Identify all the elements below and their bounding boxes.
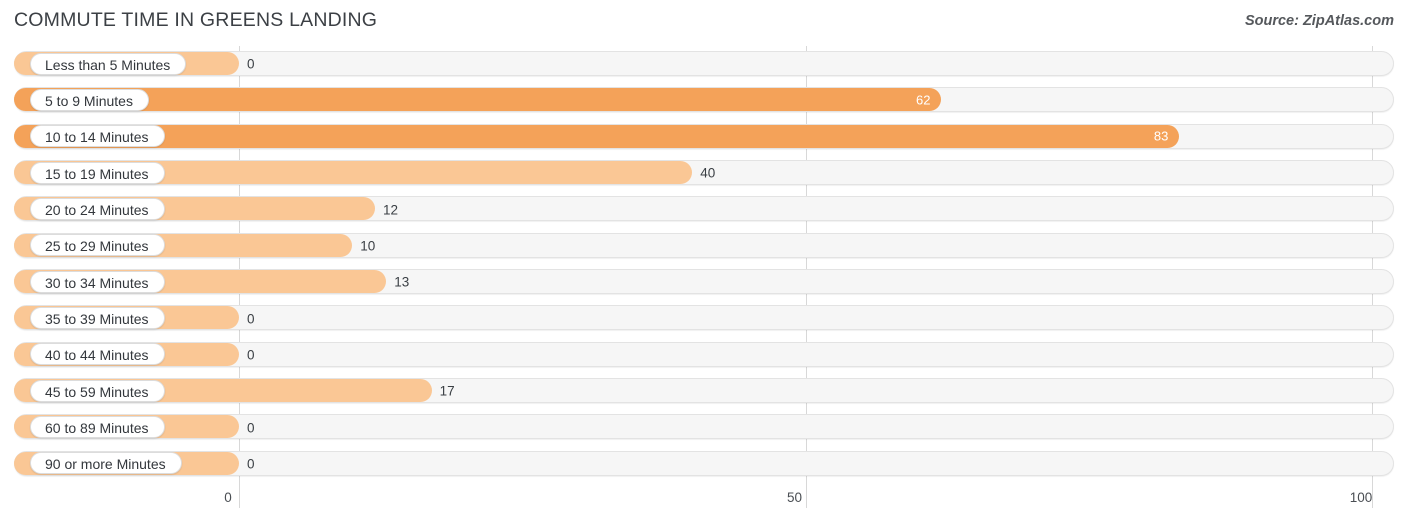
bar-row[interactable]: 10 25 to 29 Minutes	[0, 228, 1406, 264]
bar-row[interactable]: 0 Less than 5 Minutes	[0, 46, 1406, 82]
x-axis: 0 50 100	[0, 486, 1406, 523]
bar-value-label: 83	[1153, 128, 1169, 144]
bar-category-label[interactable]: 5 to 9 Minutes	[30, 88, 149, 111]
bar-category-label[interactable]: 10 to 14 Minutes	[30, 125, 165, 148]
plot-area: 0 Less than 5 Minutes 62 5 to 9 Minutes 83 10…	[0, 46, 1406, 486]
axis-tick-label: 100	[1349, 490, 1373, 505]
bar-value-label: 17	[439, 383, 455, 399]
bar-row[interactable]: 12 20 to 24 Minutes	[0, 191, 1406, 227]
source-attribution: Source: ZipAtlas.com	[1244, 13, 1394, 29]
bar-value-label: 0	[247, 311, 255, 327]
bar-value-label: 62	[915, 92, 931, 108]
bar-value-label: 12	[382, 202, 398, 218]
bar-row[interactable]: 83 10 to 14 Minutes	[0, 119, 1406, 155]
bar-value-label: 40	[700, 165, 716, 181]
bar-row[interactable]: 0 60 to 89 Minutes	[0, 409, 1406, 445]
axis-tick-mark	[239, 486, 240, 508]
bar-category-label[interactable]: 15 to 19 Minutes	[30, 161, 165, 184]
bar-row[interactable]: 40 15 to 19 Minutes	[0, 155, 1406, 191]
bar-category-label[interactable]: 40 to 44 Minutes	[30, 343, 165, 366]
bar-row[interactable]: 0 90 or more Minutes	[0, 446, 1406, 482]
page-title: COMMUTE TIME IN GREENS LANDING	[14, 9, 378, 31]
axis-tick-label: 50	[786, 490, 803, 505]
chart-header: COMMUTE TIME IN GREENS LANDING Source: Z…	[0, 0, 1406, 46]
bar-row[interactable]: 62 5 to 9 Minutes	[0, 82, 1406, 118]
bar-value-label: 13	[394, 274, 410, 290]
bar-category-label[interactable]: 30 to 34 Minutes	[30, 270, 165, 293]
bar-fill[interactable]: 62	[14, 88, 942, 112]
bar-category-label[interactable]: 45 to 59 Minutes	[30, 379, 165, 402]
bar-value-label: 0	[247, 56, 255, 72]
bar-row[interactable]: 0 35 to 39 Minutes	[0, 300, 1406, 336]
bar-row[interactable]: 0 40 to 44 Minutes	[0, 337, 1406, 373]
bar-rows: 0 Less than 5 Minutes 62 5 to 9 Minutes 83 10…	[0, 46, 1406, 482]
bar-value-label: 0	[247, 347, 255, 363]
bar-value-label: 0	[247, 420, 255, 436]
bar-category-label[interactable]: 60 to 89 Minutes	[30, 415, 165, 438]
bar-category-label[interactable]: 25 to 29 Minutes	[30, 234, 165, 257]
bar-category-label[interactable]: 20 to 24 Minutes	[30, 197, 165, 220]
bar-value-label: 10	[360, 238, 376, 254]
bar-row[interactable]: 13 30 to 34 Minutes	[0, 264, 1406, 300]
bar-value-label: 0	[247, 456, 255, 472]
bar-fill[interactable]: 83	[14, 124, 1180, 148]
bar-row[interactable]: 17 45 to 59 Minutes	[0, 373, 1406, 409]
axis-tick-label: 0	[224, 490, 232, 505]
bar-category-label[interactable]: 90 or more Minutes	[30, 452, 182, 475]
axis-tick-mark	[805, 486, 807, 508]
bar-category-label[interactable]: 35 to 39 Minutes	[30, 306, 165, 329]
bar-category-label[interactable]: Less than 5 Minutes	[30, 52, 187, 75]
